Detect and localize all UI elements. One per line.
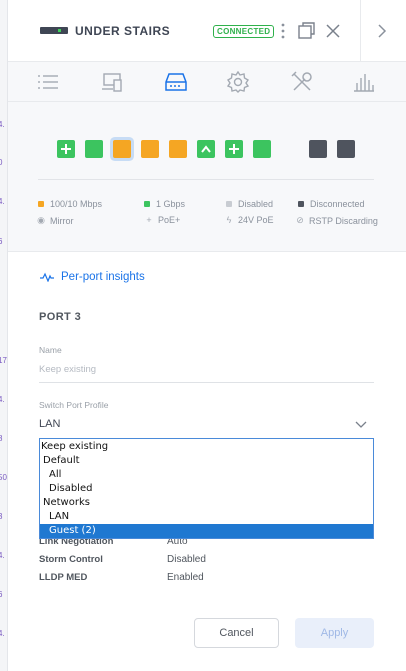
- devices-icon[interactable]: [99, 70, 125, 94]
- setting-value: Enabled: [167, 572, 204, 583]
- port-3[interactable]: [113, 140, 131, 158]
- gear-icon[interactable]: [225, 70, 251, 94]
- legend-label: Mirror: [50, 215, 74, 226]
- orange-swatch: [38, 201, 44, 207]
- legend-1g: 1 Gbps: [144, 199, 185, 209]
- port-1[interactable]: [57, 140, 75, 158]
- switch-ports-icon[interactable]: [163, 70, 189, 94]
- legend-label: RSTP Discarding: [309, 215, 378, 226]
- name-underline: [39, 382, 374, 383]
- dark-swatch: [298, 201, 304, 207]
- setting-label: Storm Control: [39, 554, 103, 565]
- background-number: 6: [0, 237, 3, 246]
- bolt-icon: ϟ: [226, 215, 232, 225]
- popout-icon[interactable]: [295, 19, 317, 43]
- green-swatch: [144, 201, 150, 207]
- header-divider: [360, 0, 361, 62]
- legend-disconnected: Disconnected: [298, 199, 365, 209]
- chevron-down-icon[interactable]: [355, 416, 367, 434]
- background-number: 4.: [0, 197, 5, 206]
- status-badge: CONNECTED: [213, 25, 275, 38]
- dropdown-option[interactable]: Disabled: [40, 482, 373, 496]
- port-7[interactable]: [225, 140, 243, 158]
- dropdown-option[interactable]: Default: [40, 454, 373, 468]
- legend-100-10: 100/10 Mbps: [38, 199, 102, 209]
- background-number: 4.: [0, 395, 5, 404]
- device-properties-panel: UNDER STAIRS CONNECTED 100/10 Mbps 1 Gbp…: [8, 0, 406, 671]
- setting-value: Disabled: [167, 554, 206, 565]
- legend-label: 100/10 Mbps: [50, 199, 103, 209]
- background-number: 4.: [0, 629, 5, 638]
- port-9[interactable]: [309, 140, 327, 158]
- dropdown-option[interactable]: Guest (2): [40, 524, 373, 538]
- name-input[interactable]: Keep existing: [39, 364, 96, 375]
- background-number: 4.: [0, 551, 5, 560]
- legend-24v-poe: ϟ 24V PoE: [224, 215, 274, 225]
- dropdown-option[interactable]: Keep existing: [40, 440, 373, 454]
- port-10[interactable]: [337, 140, 355, 158]
- panel-header: UNDER STAIRS CONNECTED: [8, 0, 406, 62]
- setting-label: LLDP MED: [39, 572, 88, 583]
- legend-mirror: ◉ Mirror: [36, 215, 74, 226]
- tools-icon[interactable]: [289, 70, 315, 94]
- dropdown-option[interactable]: All: [40, 468, 373, 482]
- dropdown-option[interactable]: LAN: [40, 510, 373, 524]
- legend-label: Disabled: [238, 199, 274, 209]
- background-number: 4.: [0, 120, 5, 129]
- legend-label: 1 Gbps: [156, 199, 186, 209]
- dropdown-option[interactable]: Networks: [40, 496, 373, 510]
- background-page-strip: 4. 0 4. 6 17 4. 8 50 3 4. 6 4.: [0, 0, 8, 671]
- profile-label: Switch Port Profile: [39, 400, 109, 410]
- background-number: 6: [0, 590, 3, 599]
- chevron-right-icon[interactable]: [372, 19, 392, 43]
- background-number: 8: [0, 434, 3, 443]
- list-icon[interactable]: [35, 70, 61, 94]
- legend-disabled: Disabled: [226, 199, 273, 209]
- profile-select[interactable]: LAN: [39, 418, 60, 430]
- blocked-icon: ⊘: [296, 215, 304, 225]
- background-number: 50: [0, 473, 7, 482]
- ports-overview: 100/10 Mbps 1 Gbps Disabled Disconnected…: [8, 102, 406, 252]
- background-number: 17: [0, 356, 7, 365]
- tab-bar: [8, 62, 406, 102]
- per-port-insights-link[interactable]: Per-port insights: [40, 271, 145, 283]
- stats-icon[interactable]: [351, 70, 377, 94]
- port-2[interactable]: [85, 140, 103, 158]
- port-6[interactable]: [197, 140, 215, 158]
- ports-divider: [38, 179, 374, 180]
- legend-rstp: ⊘ RSTP Discarding: [295, 215, 378, 226]
- legend-poe-plus: + PoE+: [144, 215, 180, 225]
- profile-dropdown-list[interactable]: Keep existing Default All Disabled Networks L…: [39, 438, 374, 539]
- legend-label: 24V PoE: [238, 215, 274, 225]
- switch-device-icon: [40, 27, 68, 34]
- eye-icon: ◉: [37, 215, 45, 225]
- device-name: UNDER STAIRS: [75, 24, 171, 38]
- background-number: 3: [0, 512, 3, 521]
- port-8[interactable]: [253, 140, 271, 158]
- background-number: 0: [0, 158, 3, 167]
- grey-swatch: [226, 201, 232, 207]
- kebab-menu-icon[interactable]: [276, 19, 290, 43]
- plus-icon: +: [146, 215, 152, 225]
- pulse-icon: [40, 272, 54, 282]
- legend-label: Disconnected: [310, 199, 365, 209]
- port-5[interactable]: [169, 140, 187, 158]
- port-title: PORT 3: [39, 311, 82, 323]
- name-label: Name: [39, 345, 62, 355]
- cancel-button[interactable]: Cancel: [194, 618, 279, 648]
- port-4[interactable]: [141, 140, 159, 158]
- legend-label: PoE+: [158, 215, 181, 225]
- insights-label: Per-port insights: [61, 271, 145, 283]
- apply-button[interactable]: Apply: [295, 618, 374, 648]
- close-icon[interactable]: [322, 19, 344, 43]
